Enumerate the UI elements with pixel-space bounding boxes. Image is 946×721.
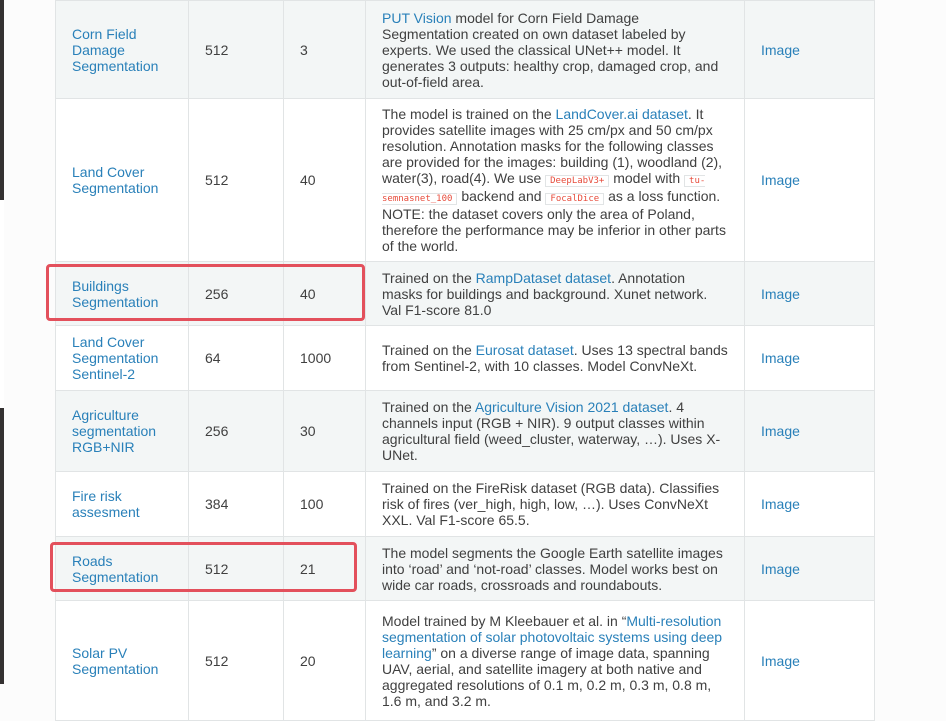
description-cell: Trained on the Eurosat dataset. Uses 13 … (365, 325, 745, 391)
inline-code: FocalDice (545, 193, 605, 205)
input-size-cell: 256 (188, 261, 284, 326)
table-row: Agriculture segmentation RGB+NIR 256 30 … (55, 390, 875, 472)
description-cell: Trained on the RampDataset dataset. Anno… (365, 261, 745, 326)
image-link[interactable]: Image (761, 286, 800, 302)
description-cell: Trained on the Agriculture Vision 2021 d… (365, 390, 745, 472)
description-text: model with (609, 170, 685, 186)
epochs-cell: 30 (283, 390, 366, 472)
model-name-link[interactable]: Corn Field Damage Segmentation (72, 26, 158, 74)
description-cell: The model segments the Google Earth sate… (365, 536, 745, 601)
image-link[interactable]: Image (761, 350, 800, 366)
input-size-cell: 512 (188, 0, 284, 99)
image-link[interactable]: Image (761, 653, 800, 669)
model-name-link[interactable]: Agriculture segmentation RGB+NIR (72, 407, 156, 455)
table-row: Buildings Segmentation 256 40 Trained on… (55, 261, 875, 326)
description-text: The model is trained on the (382, 106, 556, 122)
description-cell: Trained on the FireRisk dataset (RGB dat… (365, 471, 745, 537)
description-text: Model trained by M Kleebauer et al. in “ (382, 612, 627, 629)
table-row: Land Cover Segmentation 512 40 The model… (55, 98, 875, 262)
table-row: Fire risk assesment 384 100 Trained on t… (55, 471, 875, 537)
image-link[interactable]: Image (761, 496, 800, 512)
model-name-link[interactable]: Solar PV Segmentation (72, 645, 158, 677)
description-link[interactable]: Eurosat dataset (476, 342, 574, 358)
table-row: Roads Segmentation 512 21 The model segm… (55, 536, 875, 601)
epochs-cell: 1000 (283, 325, 366, 391)
description-cell: Model trained by M Kleebauer et al. in “… (365, 600, 745, 721)
description-link[interactable]: LandCover.ai dataset (556, 106, 688, 122)
inline-code: DeepLabV3+ (545, 175, 610, 187)
description-text: The model segments the Google Earth sate… (382, 544, 723, 593)
model-name-link[interactable]: Buildings Segmentation (72, 278, 158, 310)
description-link[interactable]: RampDataset dataset (476, 270, 611, 286)
image-link[interactable]: Image (761, 172, 800, 188)
table-row: Solar PV Segmentation 512 20 Model train… (55, 600, 875, 721)
description-text: Trained on the (382, 269, 476, 286)
description-link[interactable]: PUT Vision (382, 10, 452, 26)
description-cell: The model is trained on the LandCover.ai… (365, 98, 745, 262)
page-margin-right (874, 0, 946, 684)
image-link[interactable]: Image (761, 561, 800, 577)
sidebar-edge (0, 0, 4, 200)
description-text: Trained on the (382, 342, 476, 358)
input-size-cell: 512 (188, 536, 284, 601)
input-size-cell: 384 (188, 471, 284, 537)
description-link[interactable]: Agriculture Vision 2021 dataset (475, 399, 669, 415)
input-size-cell: 512 (188, 600, 284, 721)
table-row: Corn Field Damage Segmentation 512 3 PUT… (55, 0, 875, 99)
model-name-link[interactable]: Land Cover Segmentation Sentinel-2 (72, 334, 158, 382)
sidebar-edge-lower (0, 408, 4, 684)
image-link[interactable]: Image (761, 423, 800, 439)
epochs-cell: 21 (283, 536, 366, 601)
image-link[interactable]: Image (761, 42, 800, 58)
epochs-cell: 3 (283, 0, 366, 99)
model-name-link[interactable]: Fire risk assesment (72, 488, 140, 520)
models-table: Corn Field Damage Segmentation 512 3 PUT… (55, 0, 875, 721)
input-size-cell: 64 (188, 325, 284, 391)
description-cell: PUT Vision model for Corn Field Damage S… (365, 0, 745, 99)
input-size-cell: 256 (188, 390, 284, 472)
description-text: Trained on the FireRisk dataset (RGB dat… (382, 480, 720, 528)
model-name-link[interactable]: Land Cover Segmentation (72, 164, 158, 196)
table-row: Land Cover Segmentation Sentinel-2 64 10… (55, 325, 875, 391)
epochs-cell: 40 (283, 98, 366, 262)
description-text: backend and (457, 188, 546, 204)
epochs-cell: 20 (283, 600, 366, 721)
model-name-link[interactable]: Roads Segmentation (72, 553, 158, 585)
input-size-cell: 512 (188, 98, 284, 262)
epochs-cell: 100 (283, 471, 366, 537)
epochs-cell: 40 (283, 261, 366, 326)
description-text: Trained on the (382, 399, 475, 415)
sidebar-edge-gap (0, 200, 4, 408)
description-text: ” on a diverse range of image data, span… (382, 644, 712, 709)
